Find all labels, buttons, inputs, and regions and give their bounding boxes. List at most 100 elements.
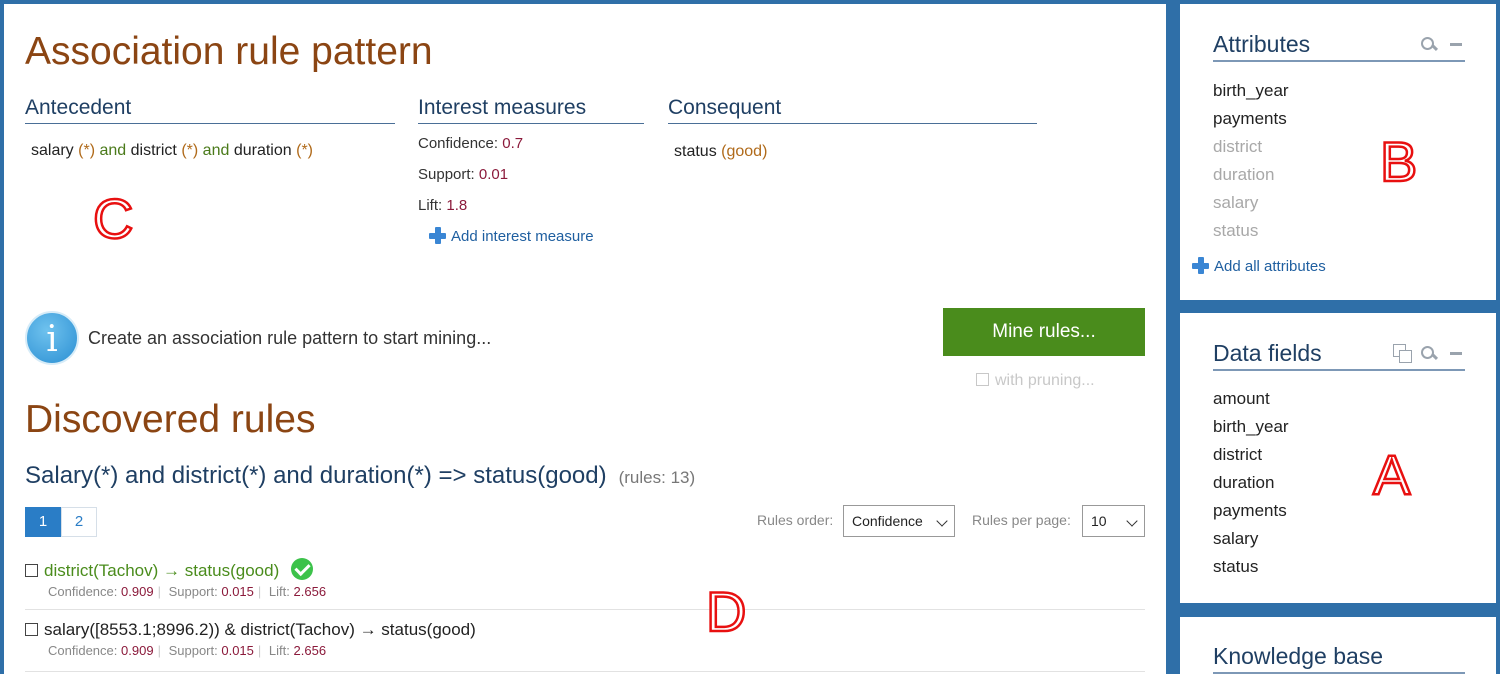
main-panel: Association rule pattern Antecedent Inte… bbox=[4, 4, 1166, 674]
rules-order-select[interactable]: Confidence bbox=[843, 505, 955, 537]
annotation-b: B bbox=[1379, 129, 1419, 195]
annotation-c: C bbox=[92, 186, 135, 252]
rule-support: 0.015 bbox=[221, 584, 254, 599]
task-name: Salary(*) and district(*) and duration(*… bbox=[25, 462, 607, 489]
rule-measure-label: Confidence: bbox=[48, 584, 118, 599]
rule-confidence: 0.909 bbox=[121, 643, 154, 658]
annotation-a: A bbox=[1372, 442, 1412, 508]
minimize-icon[interactable] bbox=[1450, 352, 1462, 355]
antecedent-attr-district[interactable]: district bbox=[131, 142, 177, 159]
coefficient[interactable]: (*) bbox=[296, 142, 313, 159]
attribute-item[interactable]: birth_year bbox=[1213, 77, 1289, 105]
accepted-check-icon bbox=[291, 558, 314, 580]
attribute-item[interactable]: district bbox=[1213, 133, 1289, 161]
data-field-item[interactable]: amount bbox=[1213, 385, 1289, 413]
attributes-panel: Attributes birth_year payments district … bbox=[1180, 4, 1496, 300]
search-icon[interactable] bbox=[1421, 37, 1435, 51]
rule-row[interactable]: district(Tachov) → status(good) Confiden… bbox=[25, 558, 1145, 610]
add-all-attributes-link[interactable]: Add all attributes bbox=[1192, 257, 1326, 275]
rule-measure-label: Lift: bbox=[268, 584, 290, 599]
conjunction: and bbox=[99, 142, 127, 159]
measure-lift[interactable]: Lift: 1.8 bbox=[418, 197, 467, 214]
antecedent-cedent[interactable]: salary (*) and district (*) and duration… bbox=[31, 142, 313, 160]
rule-measure-label: Support: bbox=[168, 643, 218, 658]
plus-icon bbox=[1192, 257, 1209, 274]
info-message: Create an association rule pattern to st… bbox=[88, 328, 492, 348]
rule-lift: 2.656 bbox=[293, 584, 327, 599]
data-field-item[interactable]: status bbox=[1213, 553, 1289, 581]
attribute-item[interactable]: payments bbox=[1213, 105, 1289, 133]
rule-text[interactable]: district(Tachov) → status(good) bbox=[44, 561, 279, 580]
antecedent-attr-duration[interactable]: duration bbox=[234, 142, 292, 159]
knowledge-base-title: Knowledge base bbox=[1213, 643, 1384, 669]
antecedent-attr-salary[interactable]: salary bbox=[31, 142, 74, 159]
data-fields-list: amount birth_year district duration paym… bbox=[1213, 385, 1289, 581]
measure-value: 1.8 bbox=[446, 197, 468, 214]
task-title: Salary(*) and district(*) and duration(*… bbox=[25, 462, 695, 490]
annotation-d: D bbox=[705, 579, 748, 645]
rule-checkbox[interactable] bbox=[25, 564, 38, 577]
measure-label: Support: bbox=[418, 166, 475, 183]
consequent-cedent[interactable]: status (good) bbox=[674, 143, 767, 161]
coefficient[interactable]: (good) bbox=[721, 143, 767, 160]
consequent-header: Consequent bbox=[668, 96, 1037, 124]
conjunction: and bbox=[202, 142, 230, 159]
plus-icon bbox=[429, 227, 446, 244]
rule-confidence: 0.909 bbox=[121, 584, 154, 599]
measure-support[interactable]: Support: 0.01 bbox=[418, 166, 508, 183]
add-interest-measure-link[interactable]: Add interest measure bbox=[429, 227, 594, 245]
data-fields-panel: Data fields amount birth_year district d… bbox=[1180, 313, 1496, 603]
add-all-attributes-label: Add all attributes bbox=[1214, 258, 1326, 275]
rule-measures: Confidence: 0.909 | Support: 0.015 | Lift:… bbox=[48, 643, 327, 658]
consequent-attr-status[interactable]: status bbox=[674, 143, 717, 160]
add-interest-measure-label: Add interest measure bbox=[451, 228, 594, 245]
data-field-item[interactable]: district bbox=[1213, 441, 1289, 469]
rule-checkbox[interactable] bbox=[25, 623, 38, 636]
rules-per-page-value: 10 bbox=[1091, 513, 1107, 529]
mine-rules-button[interactable]: Mine rules... bbox=[943, 308, 1145, 356]
measure-confidence[interactable]: Confidence: 0.7 bbox=[418, 135, 523, 152]
data-field-item[interactable]: birth_year bbox=[1213, 413, 1289, 441]
data-field-item[interactable]: duration bbox=[1213, 469, 1289, 497]
attributes-title: Attributes bbox=[1213, 31, 1311, 57]
rules-per-page-select[interactable]: 10 bbox=[1082, 505, 1145, 537]
info-icon: i bbox=[25, 311, 79, 365]
attribute-item[interactable]: status bbox=[1213, 217, 1289, 245]
rules-order-label: Rules order: bbox=[757, 512, 834, 528]
measure-label: Confidence: bbox=[418, 135, 499, 152]
rule-measures: Confidence: 0.909 | Support: 0.015 | Lift:… bbox=[48, 584, 327, 599]
data-field-item[interactable]: salary bbox=[1213, 525, 1289, 553]
rule-lift: 2.656 bbox=[293, 643, 327, 658]
rules-per-page-label: Rules per page: bbox=[972, 512, 1071, 528]
page-2-button[interactable]: 2 bbox=[61, 507, 97, 537]
checkbox-icon bbox=[976, 373, 989, 386]
rule-measure-label: Lift: bbox=[268, 643, 290, 658]
interest-measures-header: Interest measures bbox=[418, 96, 644, 124]
attribute-item[interactable]: duration bbox=[1213, 161, 1289, 189]
rule-text[interactable]: salary([8553.1;8996.2)) & district(Tacho… bbox=[44, 620, 476, 639]
minimize-icon[interactable] bbox=[1450, 43, 1462, 46]
data-fields-title: Data fields bbox=[1213, 340, 1322, 366]
chevron-down-icon bbox=[1126, 515, 1138, 527]
search-icon[interactable] bbox=[1421, 346, 1435, 360]
rules-order-value: Confidence bbox=[852, 513, 923, 529]
knowledge-base-panel: Knowledge base bbox=[1180, 617, 1496, 674]
with-pruning-label: with pruning... bbox=[995, 372, 1095, 389]
page-1-button[interactable]: 1 bbox=[25, 507, 61, 537]
antecedent-header: Antecedent bbox=[25, 96, 395, 124]
measure-label: Lift: bbox=[418, 197, 443, 214]
rule-measure-label: Support: bbox=[168, 584, 218, 599]
attributes-list: birth_year payments district duration sa… bbox=[1213, 77, 1289, 245]
coefficient[interactable]: (*) bbox=[181, 142, 198, 159]
chevron-down-icon bbox=[936, 515, 948, 527]
divider bbox=[1213, 60, 1465, 62]
discovered-rules-title: Discovered rules bbox=[25, 398, 316, 441]
with-pruning-checkbox[interactable]: with pruning... bbox=[976, 372, 1095, 390]
measure-value: 0.01 bbox=[478, 166, 509, 183]
coefficient[interactable]: (*) bbox=[78, 142, 95, 159]
attribute-item[interactable]: salary bbox=[1213, 189, 1289, 217]
data-field-item[interactable]: payments bbox=[1213, 497, 1289, 525]
rule-row[interactable]: salary([8553.1;8996.2)) & district(Tacho… bbox=[25, 620, 1145, 672]
pattern-title: Association rule pattern bbox=[25, 30, 433, 73]
data-fields-toggle-icon[interactable] bbox=[1393, 344, 1412, 363]
